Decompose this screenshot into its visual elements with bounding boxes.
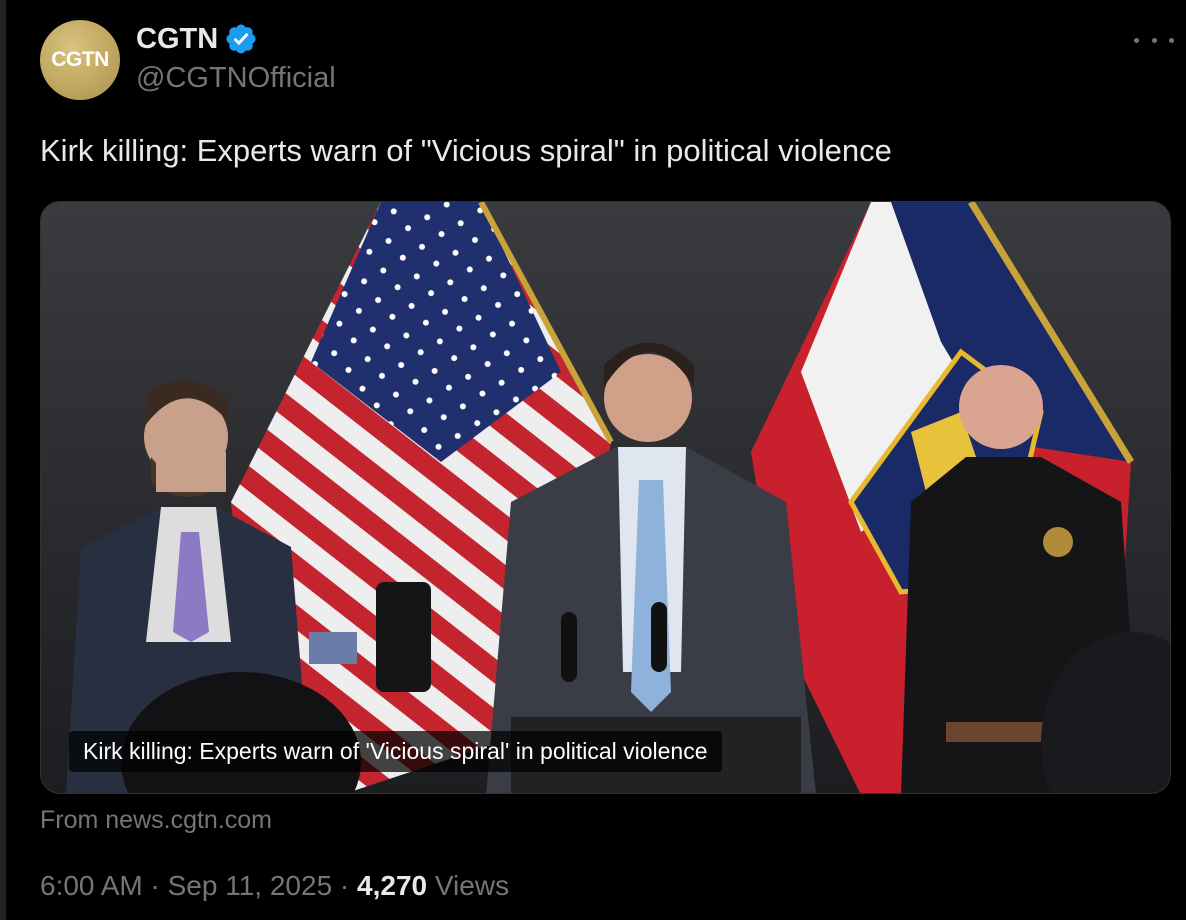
meta-separator: · — [150, 870, 160, 901]
views-label: Views — [434, 870, 510, 901]
tweet-date[interactable]: Sep 11, 2025 — [168, 870, 333, 901]
link-card[interactable]: Kirk killing: Experts warn of 'Vicious s… — [40, 201, 1171, 794]
account-handle[interactable]: @CGTNOfficial — [136, 62, 336, 95]
avatar[interactable]: CGTN — [40, 20, 120, 100]
avatar-logo-text: CGTN — [51, 48, 109, 71]
tweet-text: Kirk killing: Experts warn of "Vicious s… — [40, 133, 892, 168]
display-name-row: CGTN — [136, 22, 258, 56]
card-source-link[interactable]: From news.cgtn.com — [40, 806, 272, 835]
card-title: Kirk killing: Experts warn of 'Vicious s… — [69, 731, 722, 772]
tweet-meta: 6:00 AM · Sep 11, 2025 · 4,270 Views — [40, 870, 509, 902]
press-conference-photo — [41, 202, 1170, 793]
meta-separator: · — [339, 870, 350, 901]
verified-badge-icon[interactable] — [224, 22, 258, 56]
tweet-time[interactable]: 6:00 AM — [40, 870, 143, 901]
timeline-border — [0, 0, 6, 920]
display-name[interactable]: CGTN — [136, 23, 218, 56]
more-options-icon[interactable] — [1134, 28, 1174, 52]
views-count[interactable]: 4,270 — [357, 870, 427, 901]
